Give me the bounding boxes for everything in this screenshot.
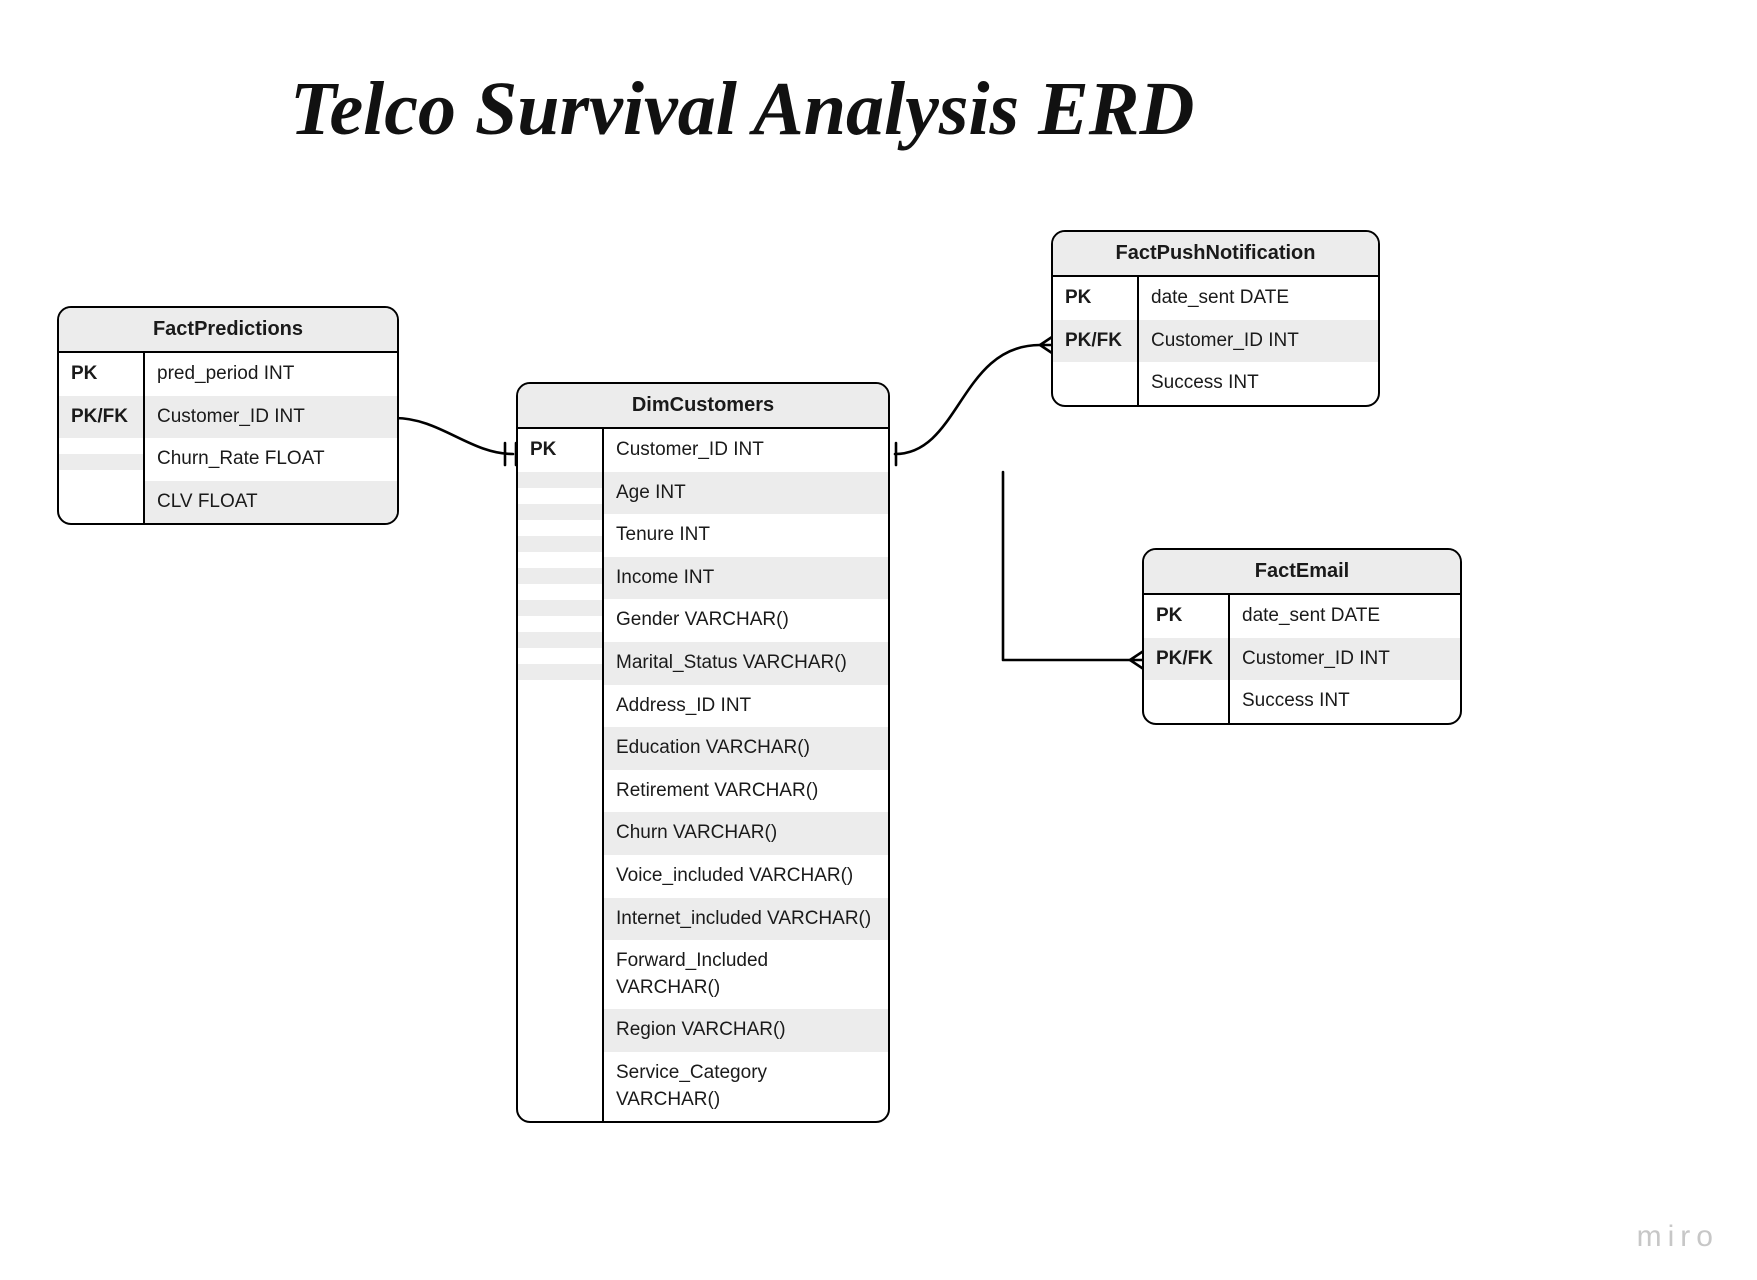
entity-header: DimCustomers <box>518 384 888 429</box>
entity-dimcustomers[interactable]: DimCustomers PK Customer_ID INT <box>516 382 890 1123</box>
key-column: PK PK/FK <box>1144 595 1230 723</box>
entity-header: FactPredictions <box>59 308 397 353</box>
key-column: PK PK/FK <box>59 353 145 523</box>
key-cell <box>1053 362 1137 378</box>
attr-cell: Income INT <box>604 557 888 600</box>
attr-cell: Retirement VARCHAR() <box>604 770 888 813</box>
key-cell <box>518 472 602 488</box>
key-cell <box>518 648 602 664</box>
entity-header: FactEmail <box>1144 550 1460 595</box>
attr-cell: Forward_Included VARCHAR() <box>604 940 888 1009</box>
key-cell: PK <box>1144 595 1228 638</box>
key-cell <box>518 568 602 584</box>
key-cell <box>518 584 602 600</box>
key-cell <box>518 680 602 696</box>
key-cell <box>518 632 602 648</box>
watermark: miro <box>1637 1220 1719 1254</box>
key-cell: PK <box>518 429 602 472</box>
attr-cell: Customer_ID INT <box>1139 320 1378 363</box>
key-cell <box>1144 680 1228 696</box>
diagram-title: Telco Survival Analysis ERD <box>290 66 1194 153</box>
key-cell: PK <box>1053 277 1137 320</box>
attr-cell: Tenure INT <box>604 514 888 557</box>
key-cell <box>518 600 602 616</box>
key-cell <box>518 536 602 552</box>
key-column: PK PK/FK <box>1053 277 1139 405</box>
key-cell: PK <box>59 353 143 396</box>
attr-cell: Service_Category VARCHAR() <box>604 1052 888 1121</box>
attr-column: date_sent DATE Customer_ID INT Success I… <box>1139 277 1378 405</box>
key-cell: PK/FK <box>1144 638 1228 681</box>
entity-factpredictions[interactable]: FactPredictions PK PK/FK pred_period INT… <box>57 306 399 525</box>
entity-header: FactPushNotification <box>1053 232 1378 277</box>
attr-cell: Marital_Status VARCHAR() <box>604 642 888 685</box>
entity-factpushnotification[interactable]: FactPushNotification PK PK/FK date_sent … <box>1051 230 1380 407</box>
attr-cell: Internet_included VARCHAR() <box>604 898 888 941</box>
attr-cell: Customer_ID INT <box>604 429 888 472</box>
erd-canvas[interactable]: Telco Survival Analysis ERD FactPredicti… <box>0 0 1757 1280</box>
key-cell <box>518 552 602 568</box>
key-cell <box>59 438 143 454</box>
attr-cell: Education VARCHAR() <box>604 727 888 770</box>
attr-column: Customer_ID INT Age INT Tenure INT Incom… <box>604 429 888 1121</box>
key-cell: PK/FK <box>59 396 143 439</box>
attr-cell: Gender VARCHAR() <box>604 599 888 642</box>
attr-cell: CLV FLOAT <box>145 481 397 524</box>
attr-cell: Customer_ID INT <box>1230 638 1460 681</box>
key-cell: PK/FK <box>1053 320 1137 363</box>
attr-cell: Success INT <box>1139 362 1378 405</box>
attr-cell: Region VARCHAR() <box>604 1009 888 1052</box>
attr-cell: date_sent DATE <box>1139 277 1378 320</box>
attr-cell: pred_period INT <box>145 353 397 396</box>
key-cell <box>518 488 602 504</box>
attr-column: pred_period INT Customer_ID INT Churn_Ra… <box>145 353 397 523</box>
attr-cell: Age INT <box>604 472 888 515</box>
attr-cell: date_sent DATE <box>1230 595 1460 638</box>
attr-cell: Churn VARCHAR() <box>604 812 888 855</box>
attr-cell: Address_ID INT <box>604 685 888 728</box>
key-cell <box>59 454 143 470</box>
key-cell <box>518 504 602 520</box>
key-cell <box>518 664 602 680</box>
key-cell <box>518 616 602 632</box>
attr-column: date_sent DATE Customer_ID INT Success I… <box>1230 595 1460 723</box>
attr-cell: Voice_included VARCHAR() <box>604 855 888 898</box>
attr-cell: Customer_ID INT <box>145 396 397 439</box>
key-cell <box>518 520 602 536</box>
attr-cell: Churn_Rate FLOAT <box>145 438 397 481</box>
key-column: PK <box>518 429 604 1121</box>
attr-cell: Success INT <box>1230 680 1460 723</box>
entity-factemail[interactable]: FactEmail PK PK/FK date_sent DATE Custom… <box>1142 548 1462 725</box>
